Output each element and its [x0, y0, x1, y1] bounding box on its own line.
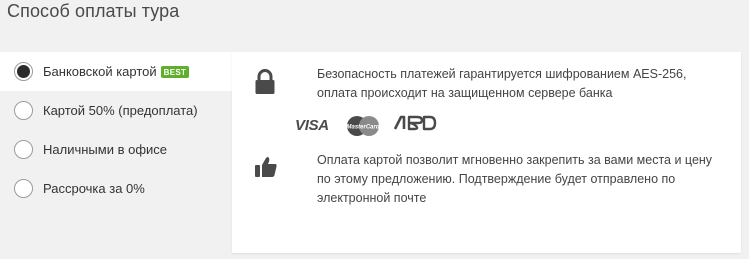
option-label: Наличными в офисе — [43, 142, 168, 157]
lock-icon — [254, 69, 280, 95]
visa-logo: VISA — [295, 117, 329, 134]
payment-option-prepay[interactable]: Картой 50% (предоплата) — [0, 91, 232, 130]
payment-info-panel: Безопасность платежей гарантируется шифр… — [232, 52, 741, 253]
security-row: Безопасность платежей гарантируется шифр… — [254, 65, 727, 103]
page-title: Способ оплаты тура — [7, 1, 180, 21]
payment-option-installment[interactable]: Рассрочка за 0% — [0, 169, 232, 208]
radio-button[interactable] — [14, 62, 33, 81]
payment-option-cash[interactable]: Наличными в офисе — [0, 130, 232, 169]
best-badge: BEST — [160, 65, 190, 78]
payment-option-bank-card[interactable]: Банковской картой BEST — [0, 52, 232, 91]
option-label: Банковской картой — [43, 64, 157, 79]
option-label: Картой 50% (предоплата) — [43, 103, 198, 118]
mastercard-logo: MasterCard — [345, 115, 381, 137]
svg-text:MasterCard: MasterCard — [346, 124, 379, 130]
benefit-row: Оплата картой позволит мгновенно закрепи… — [254, 151, 727, 208]
radio-button[interactable] — [14, 140, 33, 159]
benefit-text: Оплата картой позволит мгновенно закрепи… — [317, 153, 713, 205]
mir-logo — [393, 114, 437, 137]
radio-button[interactable] — [14, 179, 33, 198]
card-logos: VISA MasterCard — [295, 114, 437, 137]
security-text: Безопасность платежей гарантируется шифр… — [317, 67, 687, 100]
radio-button[interactable] — [14, 101, 33, 120]
payment-options: Банковской картой BEST Картой 50% (предо… — [0, 52, 232, 208]
option-label: Рассрочка за 0% — [43, 181, 145, 196]
thumbs-up-icon — [254, 155, 280, 181]
